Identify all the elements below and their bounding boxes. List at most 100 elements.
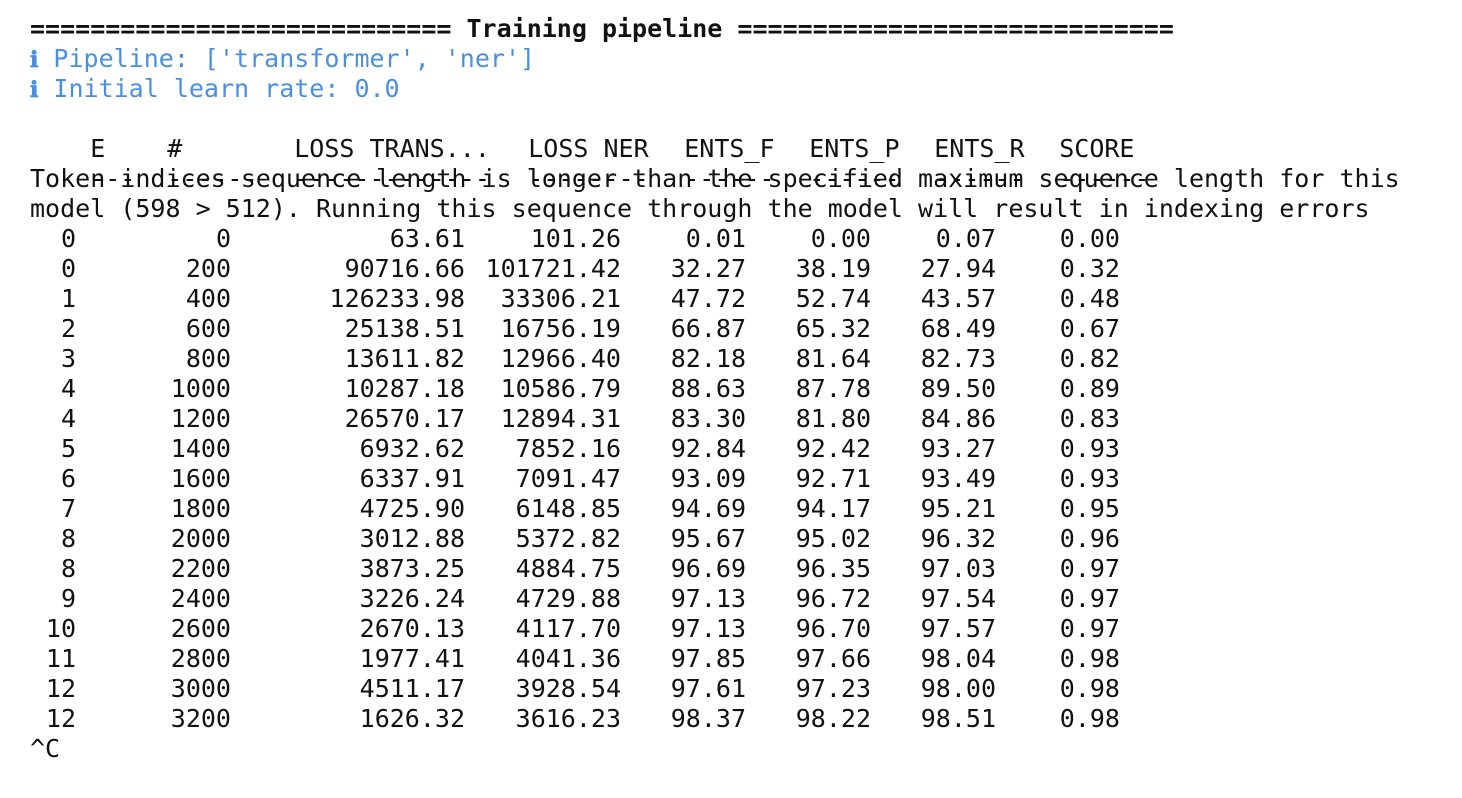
cell-loss-ner: 5372.82 <box>515 524 621 553</box>
cell-step: 2800 <box>170 644 231 673</box>
table-row: 1 400 126233.98 33306.21 47.72 52.74 43.57 0.48 <box>30 284 1460 314</box>
cell-loss-trans: 1977.41 <box>359 644 465 673</box>
cell-ents-r: 93.49 <box>920 464 996 493</box>
cell-ents-f: 0.01 <box>685 224 746 253</box>
column-header-ents-r: ENTS_R <box>934 134 1025 163</box>
cell-score: 0.32 <box>1059 254 1120 283</box>
table-header-row: E # LOSS TRANS... LOSS NER ENTS_F ENTS_P ENTS_… <box>30 104 1460 163</box>
cell-ents-p: 0.00 <box>810 224 871 253</box>
table-row: 10 2600 2670.13 4117.70 97.13 96.70 97.57 0.97 <box>30 614 1460 644</box>
cell-epoch: 6 <box>60 464 76 493</box>
cell-loss-trans: 13611.82 <box>344 344 465 373</box>
cell-loss-ner: 3928.54 <box>515 674 621 703</box>
cell-score: 0.98 <box>1059 644 1120 673</box>
cell-step: 1400 <box>170 434 231 463</box>
cell-ents-f: 95.67 <box>670 524 746 553</box>
cell-ents-p: 96.35 <box>795 554 871 583</box>
cell-epoch: 0 <box>60 254 76 283</box>
cell-ents-r: 96.32 <box>920 524 996 553</box>
cell-ents-p: 81.64 <box>795 344 871 373</box>
cell-loss-trans: 2670.13 <box>359 614 465 643</box>
cell-loss-ner: 4884.75 <box>515 554 621 583</box>
cell-loss-ner: 12966.40 <box>500 344 621 373</box>
cell-loss-ner: 101721.42 <box>485 254 621 283</box>
cell-epoch: 9 <box>60 584 76 613</box>
cell-loss-ner: 10586.79 <box>500 374 621 403</box>
cell-loss-ner: 4117.70 <box>515 614 621 643</box>
cell-ents-p: 92.71 <box>795 464 871 493</box>
terminal-output: ============================ Training pi… <box>30 14 1460 794</box>
info-text-learn-rate: Initial learn rate: 0.0 <box>53 74 400 103</box>
cell-ents-f: 93.09 <box>670 464 746 493</box>
cell-loss-ner: 12894.31 <box>500 404 621 433</box>
cell-loss-trans: 90716.66 <box>344 254 465 283</box>
cell-ents-p: 97.66 <box>795 644 871 673</box>
cell-ents-p: 81.80 <box>795 404 871 433</box>
info-text-pipeline: Pipeline: ['transformer', 'ner'] <box>53 44 536 73</box>
cell-loss-trans: 4511.17 <box>359 674 465 703</box>
cell-step: 1000 <box>170 374 231 403</box>
cell-ents-p: 95.02 <box>795 524 871 553</box>
table-row: 8 2000 3012.88 5372.82 95.67 95.02 96.32 0.96 <box>30 524 1460 554</box>
cell-ents-r: 98.51 <box>920 704 996 733</box>
cell-ents-p: 98.22 <box>795 704 871 733</box>
warning-line-2: model (598 > 512). Running this sequence… <box>30 194 1370 223</box>
cell-loss-ner: 7852.16 <box>515 434 621 463</box>
cell-loss-ner: 3616.23 <box>515 704 621 733</box>
cell-ents-p: 94.17 <box>795 494 871 523</box>
cell-loss-trans: 25138.51 <box>344 314 465 343</box>
cell-ents-p: 87.78 <box>795 374 871 403</box>
cell-ents-p: 96.70 <box>795 614 871 643</box>
cell-epoch: 10 <box>45 614 76 643</box>
cell-score: 0.93 <box>1059 464 1120 493</box>
cell-ents-f: 47.72 <box>670 284 746 313</box>
cell-ents-r: 0.07 <box>935 224 996 253</box>
cell-ents-r: 43.57 <box>920 284 996 313</box>
cell-loss-trans: 4725.90 <box>359 494 465 523</box>
cell-step: 2600 <box>170 614 231 643</box>
info-line-learn-rate: ℹ Initial learn rate: 0.0 <box>30 74 1460 104</box>
cell-step: 2400 <box>170 584 231 613</box>
cell-score: 0.97 <box>1059 614 1120 643</box>
table-row: 11 2800 1977.41 4041.36 97.85 97.66 98.04 0.98 <box>30 644 1460 674</box>
cell-step: 800 <box>185 344 231 373</box>
cell-epoch: 12 <box>45 674 76 703</box>
cell-loss-trans: 10287.18 <box>344 374 465 403</box>
cell-loss-trans: 126233.98 <box>329 284 465 313</box>
table-row: 2 600 25138.51 16756.19 66.87 65.32 68.49 0.67 <box>30 314 1460 344</box>
cell-loss-trans: 26570.17 <box>344 404 465 433</box>
cell-loss-ner: 101.26 <box>530 224 621 253</box>
cell-loss-trans: 63.61 <box>389 224 465 253</box>
cell-score: 0.48 <box>1059 284 1120 313</box>
cell-ents-f: 92.84 <box>670 434 746 463</box>
cell-score: 0.93 <box>1059 434 1120 463</box>
cell-loss-trans: 1626.32 <box>359 704 465 733</box>
cell-ents-r: 97.54 <box>920 584 996 613</box>
cell-score: 0.89 <box>1059 374 1120 403</box>
column-header-ents-f: ENTS_F <box>684 134 775 163</box>
cell-loss-ner: 4041.36 <box>515 644 621 673</box>
cell-loss-ner: 33306.21 <box>500 284 621 313</box>
info-line-pipeline: ℹ Pipeline: ['transformer', 'ner'] <box>30 44 1460 74</box>
cell-loss-ner: 4729.88 <box>515 584 621 613</box>
cell-score: 0.98 <box>1059 704 1120 733</box>
warning-line-1: Token indices sequence length is longer … <box>30 164 1400 193</box>
cell-epoch: 1 <box>60 284 76 313</box>
cell-step: 600 <box>185 314 231 343</box>
cell-ents-p: 97.23 <box>795 674 871 703</box>
cell-ents-f: 98.37 <box>670 704 746 733</box>
cell-ents-f: 82.18 <box>670 344 746 373</box>
table-row: 4 1000 10287.18 10586.79 88.63 87.78 89.50 0.89 <box>30 374 1460 404</box>
column-header-step: # <box>167 134 183 163</box>
cell-loss-ner: 6148.85 <box>515 494 621 523</box>
cell-ents-r: 27.94 <box>920 254 996 283</box>
cell-loss-ner: 16756.19 <box>500 314 621 343</box>
cell-ents-p: 96.72 <box>795 584 871 613</box>
table-row: 3 800 13611.82 12966.40 82.18 81.64 82.73 0.82 <box>30 344 1460 374</box>
cell-epoch: 11 <box>45 644 76 673</box>
cell-loss-trans: 3012.88 <box>359 524 465 553</box>
cell-ents-p: 52.74 <box>795 284 871 313</box>
cell-ents-f: 88.63 <box>670 374 746 403</box>
cell-ents-f: 97.13 <box>670 614 746 643</box>
cell-score: 0.83 <box>1059 404 1120 433</box>
